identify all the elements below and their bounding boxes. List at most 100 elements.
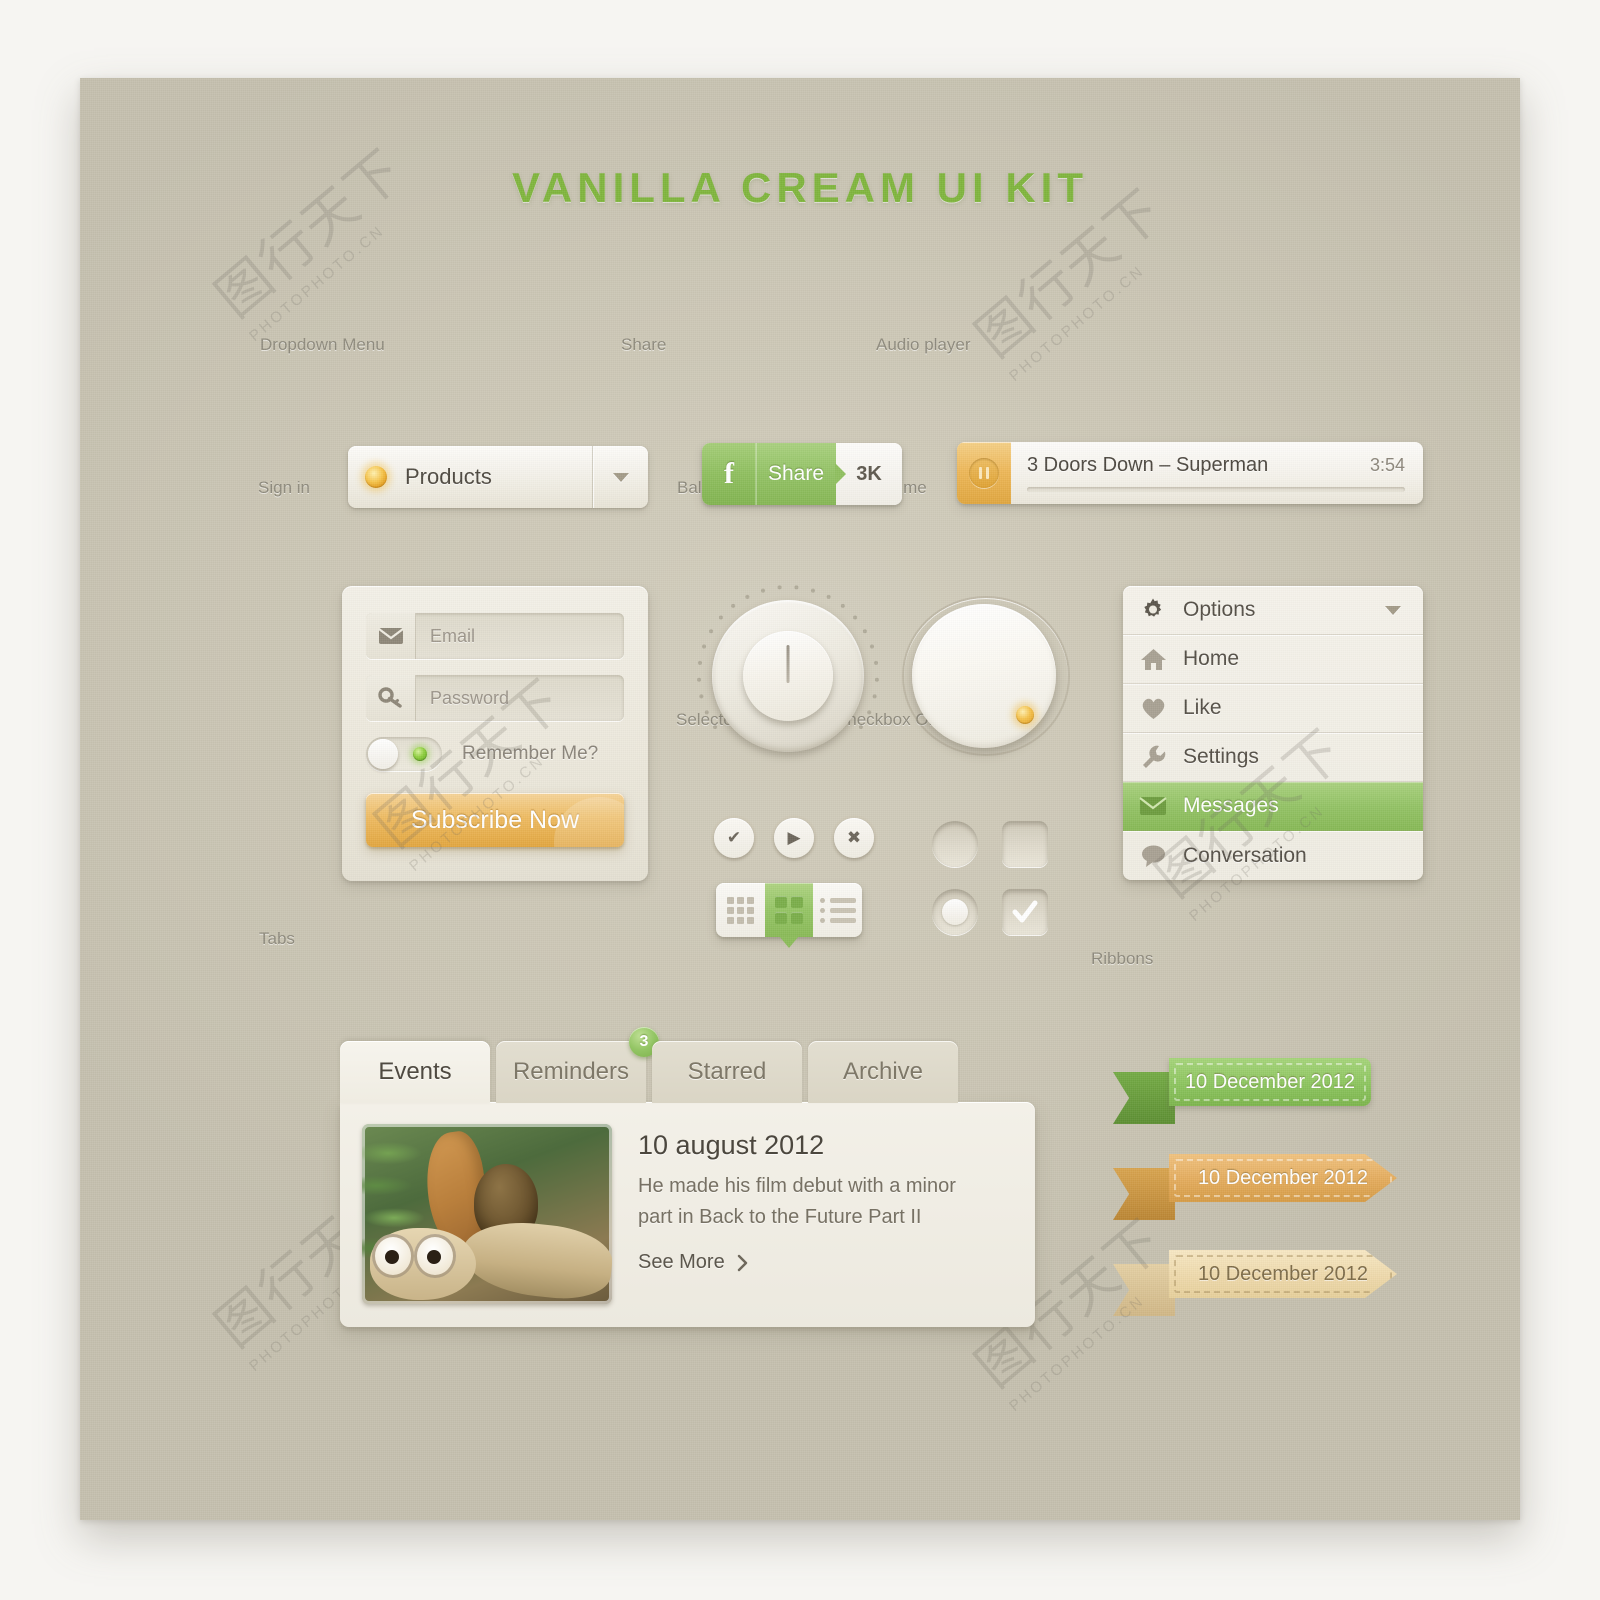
view-grid-small-button[interactable]	[716, 883, 765, 937]
menu-item-label: Options	[1183, 598, 1256, 621]
checkbox-checked[interactable]	[1002, 889, 1048, 935]
knob-tick	[826, 594, 831, 599]
radio-unchecked[interactable]	[932, 821, 978, 867]
knob-tick	[872, 694, 877, 699]
knob-pointer-indicator	[786, 645, 790, 683]
knob-tick	[874, 660, 879, 665]
ribbon-amber[interactable]: 10 December 2012	[1113, 1154, 1413, 1220]
password-field[interactable]: Password	[366, 675, 624, 721]
menu-item-like[interactable]: Like	[1123, 684, 1423, 733]
toggle-led-icon	[413, 747, 427, 761]
heart-icon	[1123, 696, 1183, 720]
knob-tick	[777, 585, 782, 590]
knob-tick	[713, 725, 718, 730]
tab-archive[interactable]: Archive	[808, 1041, 958, 1103]
tabs-row: Events Reminders 3 Starred Archive	[340, 1027, 1035, 1103]
ribbon-label: 10 December 2012	[1169, 1250, 1397, 1298]
menu-item-label: Like	[1183, 696, 1222, 719]
menu-item-label: Conversation	[1183, 843, 1307, 867]
menu-item-label: Home	[1183, 647, 1240, 670]
audio-progress-track[interactable]	[1027, 487, 1405, 492]
dropdown-products[interactable]: Products	[348, 446, 648, 508]
dropdown-products-toggle[interactable]	[592, 446, 648, 508]
selector-buttons: ✔ ▶ ✖	[714, 818, 874, 858]
balance-knob[interactable]	[697, 585, 879, 752]
selector-check-button[interactable]: ✔	[714, 818, 754, 858]
knob-tick	[731, 603, 736, 608]
email-input[interactable]: Email	[416, 613, 624, 659]
chevron-down-icon[interactable]	[1385, 605, 1401, 615]
knob-tick	[745, 594, 750, 599]
watermark-brand: PHOTOPHOTO.CN	[1006, 261, 1149, 385]
watermark-mark: 图行天下	[204, 138, 416, 329]
home-icon	[1123, 647, 1183, 672]
ribbon-green[interactable]: 10 December 2012	[1113, 1058, 1413, 1124]
menu-item-home[interactable]: Home	[1123, 635, 1423, 684]
tab-events[interactable]: Events	[340, 1041, 490, 1103]
toggle-knob	[368, 739, 398, 769]
status-led-icon	[365, 466, 387, 488]
envelope-icon	[366, 613, 416, 659]
knob-tick	[853, 615, 858, 620]
card-body-text: He made his film debut with a minor part…	[638, 1175, 956, 1228]
ribbon-label: 10 December 2012	[1169, 1058, 1371, 1106]
tab-reminders[interactable]: Reminders 3	[496, 1027, 659, 1103]
dropdown-menu-list: Options Home Like Settings Messages Conv…	[1123, 586, 1423, 880]
menu-item-label: Messages	[1183, 794, 1279, 817]
sign-in-panel: Email Password Remember Me? Subscribe No…	[342, 586, 648, 881]
ribbon-cream[interactable]: 10 December 2012	[1113, 1250, 1413, 1316]
radio-checked[interactable]	[932, 889, 978, 935]
knob-tick	[867, 710, 872, 715]
knob-tick	[697, 677, 702, 682]
caption-audio-player: Audio player	[876, 335, 971, 354]
knob-tick	[858, 725, 863, 730]
menu-item-label: Settings	[1183, 745, 1259, 768]
pause-icon	[969, 458, 999, 488]
knob-tick	[862, 629, 867, 634]
knob-tick	[702, 644, 707, 649]
password-input[interactable]: Password	[416, 675, 624, 721]
menu-item-options[interactable]: Options	[1123, 586, 1423, 635]
selector-play-button[interactable]: ▶	[774, 818, 814, 858]
speech-bubble-icon	[1123, 844, 1183, 868]
check-icon	[1011, 898, 1039, 926]
menu-item-settings[interactable]: Settings	[1123, 733, 1423, 782]
chevron-down-icon	[612, 472, 629, 482]
ribbons-group: 10 December 2012 10 December 2012 10 Dec…	[1113, 1058, 1413, 1346]
caption-dropdown-menu-1: Dropdown Menu	[260, 335, 385, 354]
remember-me-toggle[interactable]	[366, 737, 442, 771]
facebook-icon[interactable]: f	[702, 443, 756, 505]
see-more-link[interactable]: See More	[638, 1251, 988, 1274]
share-count: 3K	[836, 443, 902, 505]
share-widget[interactable]: f Share 3K	[702, 443, 902, 505]
ui-kit-canvas: VANILLA CREAM UI KIT Dropdown Menu Share…	[80, 78, 1520, 1520]
audio-track-title: 3 Doors Down – Superman	[1027, 454, 1269, 476]
knob-tick	[869, 644, 874, 649]
menu-item-messages[interactable]: Messages	[1123, 782, 1423, 831]
radio-dot-icon	[942, 899, 968, 925]
selector-close-button[interactable]: ✖	[834, 818, 874, 858]
knob-tick	[794, 585, 799, 590]
volume-knob[interactable]	[902, 596, 1070, 756]
knob-tick	[709, 629, 714, 634]
card-text-block: 10 august 2012 He made his film debut wi…	[612, 1124, 988, 1305]
gear-icon	[1123, 597, 1183, 623]
checkbox-unchecked[interactable]	[1002, 821, 1048, 867]
tab-starred[interactable]: Starred	[652, 1041, 802, 1103]
knob-inner-dial[interactable]	[743, 631, 833, 721]
knob-tick	[699, 694, 704, 699]
view-list-button[interactable]	[813, 883, 862, 937]
menu-item-conversation[interactable]: Conversation	[1123, 831, 1423, 880]
share-button-label[interactable]: Share	[756, 443, 836, 505]
volume-dial-face[interactable]	[912, 604, 1056, 748]
tabs-widget: Events Reminders 3 Starred Archive 10 au…	[340, 1027, 1035, 1327]
audio-play-pause-button[interactable]	[957, 442, 1011, 504]
chevron-right-icon	[737, 1254, 748, 1272]
knob-tick	[761, 588, 766, 593]
subscribe-button[interactable]: Subscribe Now	[366, 793, 624, 847]
view-grid-large-button[interactable]	[764, 883, 814, 937]
page-root: VANILLA CREAM UI KIT Dropdown Menu Share…	[0, 0, 1600, 1600]
email-field[interactable]: Email	[366, 613, 624, 659]
remember-me-label: Remember Me?	[462, 743, 599, 764]
knob-tick	[718, 615, 723, 620]
